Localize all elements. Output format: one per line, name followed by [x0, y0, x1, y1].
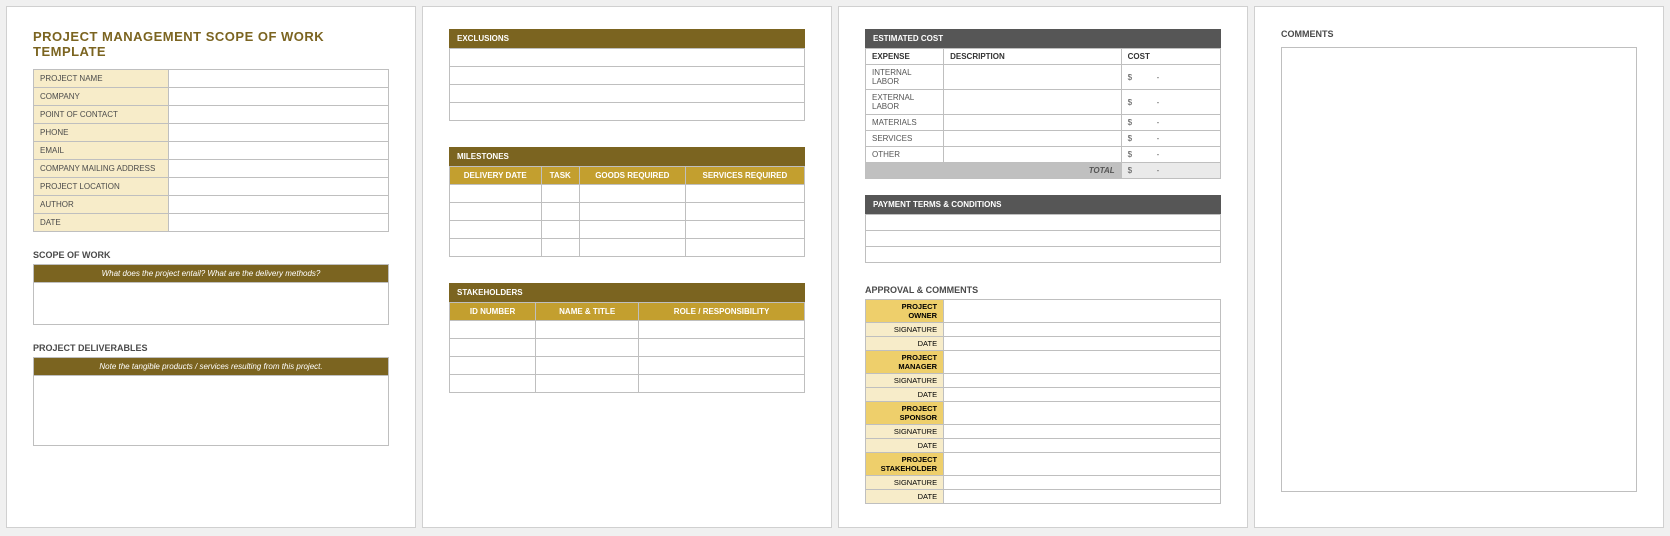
payment-terms-box[interactable] — [865, 214, 1221, 263]
info-value[interactable] — [168, 214, 388, 232]
approval-date-label: DATE — [866, 490, 944, 504]
info-label: COMPANY — [34, 88, 169, 106]
comments-heading: COMMENTS — [1281, 29, 1637, 39]
approval-signature[interactable] — [944, 323, 1221, 337]
exclusions-table[interactable] — [449, 48, 805, 121]
approval-signature-label: SIGNATURE — [866, 425, 944, 439]
approval-date-label: DATE — [866, 388, 944, 402]
cost-description[interactable] — [944, 65, 1122, 90]
stakeholders-table[interactable]: ID NUMBERNAME & TITLEROLE / RESPONSIBILI… — [449, 302, 805, 393]
estimated-cost-header: ESTIMATED COST — [865, 29, 1221, 48]
approval-role: PROJECT STAKEHOLDER — [866, 453, 944, 476]
info-label: POINT OF CONTACT — [34, 106, 169, 124]
approval-name[interactable] — [944, 453, 1221, 476]
deliverables-heading: PROJECT DELIVERABLES — [33, 343, 389, 353]
info-value[interactable] — [168, 88, 388, 106]
cost-description[interactable] — [944, 147, 1122, 163]
approval-role: PROJECT MANAGER — [866, 351, 944, 374]
cost-amount[interactable]: $- — [1121, 131, 1220, 147]
cost-amount[interactable]: $- — [1121, 115, 1220, 131]
approval-date[interactable] — [944, 388, 1221, 402]
approval-role: PROJECT OWNER — [866, 300, 944, 323]
page-1: PROJECT MANAGEMENT SCOPE OF WORK TEMPLAT… — [6, 6, 416, 528]
info-label: AUTHOR — [34, 196, 169, 214]
cost-col: COST — [1121, 49, 1220, 65]
approval-role: PROJECT SPONSOR — [866, 402, 944, 425]
approval-date-label: DATE — [866, 439, 944, 453]
document-title: PROJECT MANAGEMENT SCOPE OF WORK TEMPLAT… — [33, 29, 389, 59]
info-value[interactable] — [168, 70, 388, 88]
info-value[interactable] — [168, 178, 388, 196]
info-label: PROJECT LOCATION — [34, 178, 169, 196]
cost-description[interactable] — [944, 131, 1122, 147]
milestones-col: SERVICES REQUIRED — [685, 167, 804, 185]
approval-name[interactable] — [944, 402, 1221, 425]
approval-signature-label: SIGNATURE — [866, 323, 944, 337]
cost-description[interactable] — [944, 115, 1122, 131]
payment-terms-header: PAYMENT TERMS & CONDITIONS — [865, 195, 1221, 214]
stakeholders-header: STAKEHOLDERS — [449, 283, 805, 302]
approval-name[interactable] — [944, 351, 1221, 374]
approval-signature[interactable] — [944, 374, 1221, 388]
info-label: COMPANY MAILING ADDRESS — [34, 160, 169, 178]
page-3: ESTIMATED COST EXPENSEDESCRIPTIONCOST IN… — [838, 6, 1248, 528]
milestones-col: DELIVERY DATE — [450, 167, 542, 185]
stakeholders-col: ID NUMBER — [450, 303, 536, 321]
approval-date[interactable] — [944, 439, 1221, 453]
cost-amount[interactable]: $- — [1121, 147, 1220, 163]
approval-date[interactable] — [944, 490, 1221, 504]
scope-banner: What does the project entail? What are t… — [33, 264, 389, 282]
scope-heading: SCOPE OF WORK — [33, 250, 389, 260]
page-2: EXCLUSIONS MILESTONES DELIVERY DATETASKG… — [422, 6, 832, 528]
info-value[interactable] — [168, 142, 388, 160]
cost-expense: OTHER — [866, 147, 944, 163]
approval-signature-label: SIGNATURE — [866, 374, 944, 388]
approval-table[interactable]: PROJECT OWNERSIGNATUREDATEPROJECT MANAGE… — [865, 299, 1221, 504]
stakeholders-col: ROLE / RESPONSIBILITY — [639, 303, 805, 321]
project-info-table: PROJECT NAMECOMPANYPOINT OF CONTACTPHONE… — [33, 69, 389, 232]
approval-heading: APPROVAL & COMMENTS — [865, 285, 1221, 295]
approval-date-label: DATE — [866, 337, 944, 351]
scope-body[interactable] — [33, 282, 389, 325]
milestones-header: MILESTONES — [449, 147, 805, 166]
page-4: COMMENTS — [1254, 6, 1664, 528]
approval-signature-label: SIGNATURE — [866, 476, 944, 490]
milestones-table[interactable]: DELIVERY DATETASKGOODS REQUIREDSERVICES … — [449, 166, 805, 257]
cost-total-label: TOTAL — [866, 163, 1122, 179]
exclusions-header: EXCLUSIONS — [449, 29, 805, 48]
info-value[interactable] — [168, 106, 388, 124]
milestones-col: TASK — [541, 167, 579, 185]
comments-box[interactable] — [1281, 47, 1637, 492]
cost-amount[interactable]: $- — [1121, 90, 1220, 115]
deliverables-banner: Note the tangible products / services re… — [33, 357, 389, 375]
deliverables-body[interactable] — [33, 375, 389, 446]
cost-col: EXPENSE — [866, 49, 944, 65]
cost-total-value: $- — [1121, 163, 1220, 179]
cost-col: DESCRIPTION — [944, 49, 1122, 65]
cost-expense: SERVICES — [866, 131, 944, 147]
approval-name[interactable] — [944, 300, 1221, 323]
info-value[interactable] — [168, 124, 388, 142]
approval-date[interactable] — [944, 337, 1221, 351]
cost-expense: INTERNAL LABOR — [866, 65, 944, 90]
info-label: EMAIL — [34, 142, 169, 160]
cost-description[interactable] — [944, 90, 1122, 115]
milestones-col: GOODS REQUIRED — [579, 167, 685, 185]
approval-signature[interactable] — [944, 425, 1221, 439]
approval-signature[interactable] — [944, 476, 1221, 490]
cost-expense: EXTERNAL LABOR — [866, 90, 944, 115]
info-value[interactable] — [168, 160, 388, 178]
info-label: PHONE — [34, 124, 169, 142]
info-label: PROJECT NAME — [34, 70, 169, 88]
stakeholders-col: NAME & TITLE — [536, 303, 639, 321]
info-label: DATE — [34, 214, 169, 232]
estimated-cost-table[interactable]: EXPENSEDESCRIPTIONCOST INTERNAL LABOR $- E… — [865, 48, 1221, 179]
info-value[interactable] — [168, 196, 388, 214]
cost-expense: MATERIALS — [866, 115, 944, 131]
cost-amount[interactable]: $- — [1121, 65, 1220, 90]
